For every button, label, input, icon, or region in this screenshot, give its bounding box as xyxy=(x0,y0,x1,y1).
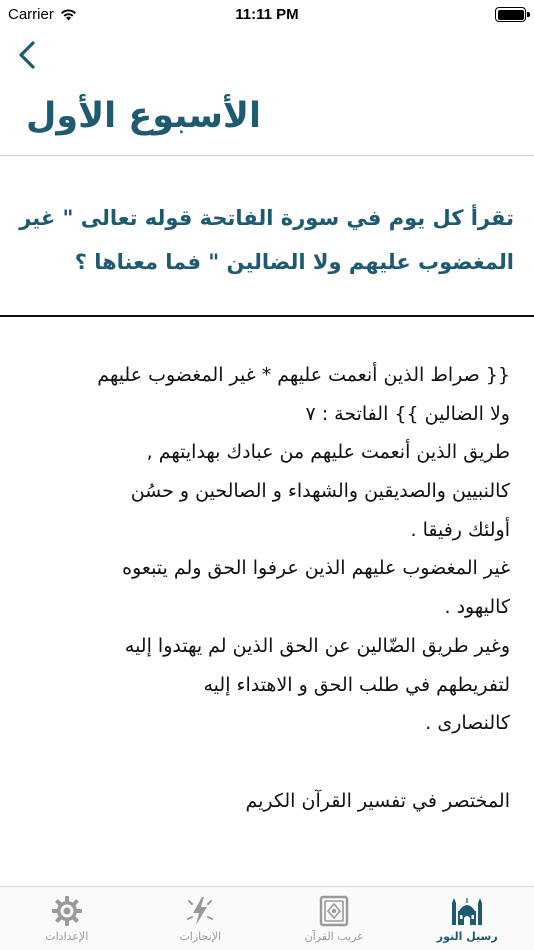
tab-messages-of-light[interactable]: رسيل النور xyxy=(401,887,534,950)
back-button[interactable] xyxy=(10,38,44,72)
question-line: المغضوب عليهم ولا الضالين " فما معناها ؟ xyxy=(74,250,514,274)
lightning-icon xyxy=(183,895,217,927)
tab-quran-vocabulary[interactable]: غريب القرآن xyxy=(267,887,401,950)
answer-line: {{ صراط الذين أنعمت عليهم * غير المغضوب … xyxy=(97,364,510,386)
answer-line: غير المغضوب عليهم الذين عرفوا الحق ولم ي… xyxy=(122,557,510,580)
status-bar: Carrier 11:11 PM xyxy=(0,0,534,30)
answer-line: كاليهود . xyxy=(444,596,510,619)
question-text: تقرأ كل يوم في سورة الفاتحة قوله تعالى "… xyxy=(19,196,514,284)
question-line: تقرأ كل يوم في سورة الفاتحة قوله تعالى "… xyxy=(19,206,514,230)
tab-label: رسيل النور xyxy=(436,930,498,943)
nav-divider xyxy=(0,155,534,156)
answer-line: وغير طريق الضّالين عن الحق الذين لم يهتد… xyxy=(124,634,510,657)
answer-line: كالنبيين والصديقين والشهداء و الصالحين و… xyxy=(130,480,510,503)
answer-line: أولئك رفيقا . xyxy=(410,518,511,541)
chevron-left-icon xyxy=(19,41,35,69)
tab-label: الإنجازات xyxy=(179,930,222,943)
status-time: 11:11 PM xyxy=(235,6,299,23)
answer-line: كالنصارى . xyxy=(425,712,510,735)
answer-source: المختصر في تفسير القرآن الكريم xyxy=(245,789,510,812)
mosque-icon xyxy=(450,895,484,927)
tab-bar: الإعدادات الإنجازات غريب القرآن رسيل الن… xyxy=(0,886,534,950)
answer-line: ولا الضالين }} الفاتحة : ٧ xyxy=(305,402,510,425)
answer-line: طريق الذين أنعمت عليهم من عبادك بهدايتهم… xyxy=(146,441,510,464)
answer-text: {{ صراط الذين أنعمت عليهم * غير المغضوب … xyxy=(24,356,510,820)
tab-settings[interactable]: الإعدادات xyxy=(0,887,134,950)
navigation-bar: الأسبوع الأول xyxy=(0,30,534,155)
quran-book-icon xyxy=(317,895,351,927)
answer-line: لتفريطهم في طلب الحق و الاهتداء إليه xyxy=(203,673,510,696)
tab-label: الإعدادات xyxy=(45,930,89,943)
battery-icon xyxy=(495,7,530,22)
tab-label: غريب القرآن xyxy=(304,930,363,943)
section-divider xyxy=(0,315,534,317)
gear-icon xyxy=(50,895,84,927)
tab-achievements[interactable]: الإنجازات xyxy=(134,887,268,950)
page-title: الأسبوع الأول xyxy=(26,96,261,136)
